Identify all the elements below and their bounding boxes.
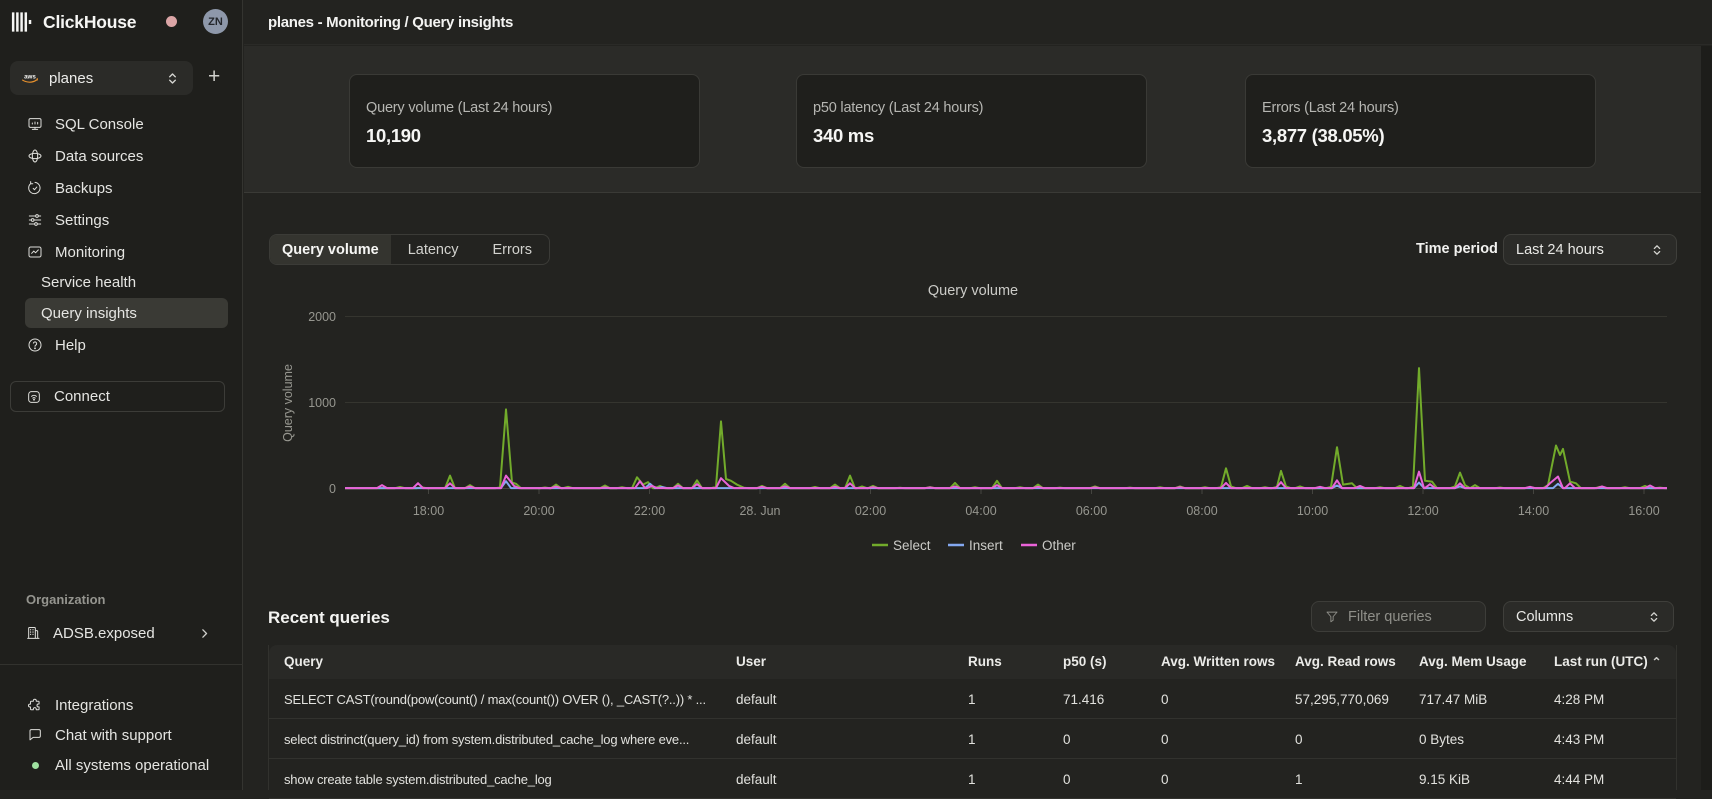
svg-text:1000: 1000 bbox=[308, 396, 336, 410]
svg-text:06:00: 06:00 bbox=[1076, 504, 1107, 518]
svg-text:Query volume: Query volume bbox=[281, 364, 295, 442]
svg-text:Select: Select bbox=[893, 538, 931, 553]
svg-text:08:00: 08:00 bbox=[1186, 504, 1217, 518]
svg-text:28. Jun: 28. Jun bbox=[739, 504, 780, 518]
svg-text:02:00: 02:00 bbox=[855, 504, 886, 518]
svg-text:14:00: 14:00 bbox=[1518, 504, 1549, 518]
svg-text:18:00: 18:00 bbox=[413, 504, 444, 518]
svg-text:10:00: 10:00 bbox=[1297, 504, 1328, 518]
svg-text:Query volume: Query volume bbox=[928, 283, 1018, 299]
svg-text:12:00: 12:00 bbox=[1407, 504, 1438, 518]
svg-text:0: 0 bbox=[329, 482, 336, 496]
svg-text:2000: 2000 bbox=[308, 310, 336, 324]
svg-text:16:00: 16:00 bbox=[1628, 504, 1659, 518]
svg-text:20:00: 20:00 bbox=[523, 504, 554, 518]
svg-text:Insert: Insert bbox=[969, 538, 1003, 553]
svg-text:22:00: 22:00 bbox=[634, 504, 665, 518]
svg-text:aws: aws bbox=[24, 73, 36, 80]
svg-text:04:00: 04:00 bbox=[965, 504, 996, 518]
svg-text:Other: Other bbox=[1042, 538, 1076, 553]
